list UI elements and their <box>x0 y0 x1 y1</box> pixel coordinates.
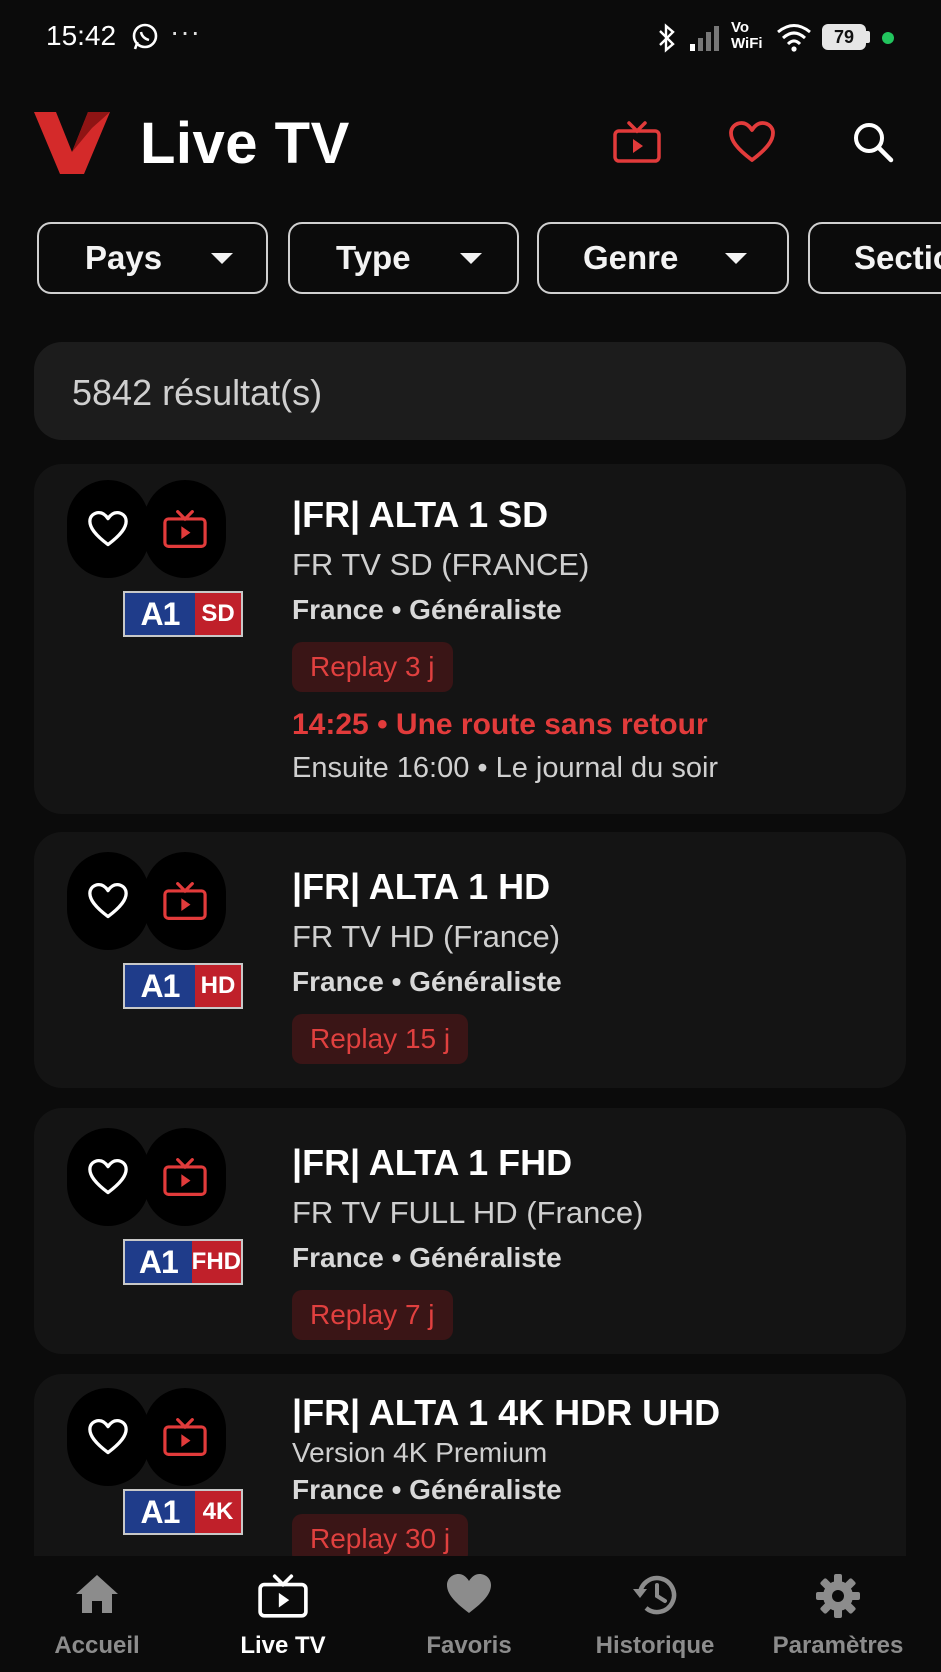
chevron-down-icon <box>460 252 482 264</box>
current-program: 14:25 • Une route sans retour <box>292 708 708 741</box>
nav-label: Historique <box>595 1632 715 1659</box>
filter-type-dropdown[interactable]: Type <box>288 222 519 294</box>
signal-icon <box>690 26 719 51</box>
heart-outline-icon <box>88 882 128 919</box>
nav-label: Favoris <box>426 1632 512 1659</box>
filter-label: Section <box>854 239 941 276</box>
tv-icon <box>613 121 661 163</box>
replay-badge: Replay 15 j <box>292 1014 469 1064</box>
vowifi-indicator: Vo WiFi <box>731 19 763 52</box>
nav-item-home[interactable]: Accueil <box>3 1556 191 1672</box>
favorite-toggle-button[interactable] <box>67 1388 149 1486</box>
channel-name: |FR| ALTA 1 FHD <box>292 1142 573 1183</box>
tv-icon <box>258 1574 308 1618</box>
battery-tip <box>866 31 870 43</box>
tv-play-icon <box>163 1158 207 1196</box>
channel-group: FR TV FULL HD (France) <box>292 1195 644 1230</box>
filter-label: Pays <box>85 239 163 276</box>
whatsapp-icon <box>132 23 158 50</box>
page-title: Live TV <box>140 111 350 176</box>
channel-logo: A1 SD <box>123 591 243 637</box>
live-tv-button[interactable] <box>605 110 669 174</box>
channel-meta: France • Généraliste <box>292 1242 562 1273</box>
nav-item-favorites[interactable]: Favoris <box>375 1556 563 1672</box>
play-channel-button[interactable] <box>144 1388 226 1486</box>
channel-group: FR TV SD (FRANCE) <box>292 547 590 582</box>
wifi-icon <box>777 24 811 52</box>
tv-play-icon <box>163 882 207 920</box>
heart-outline-icon <box>88 1158 128 1195</box>
more-notifications-icon: ··· <box>170 16 201 47</box>
chevron-down-icon <box>725 252 747 264</box>
favorite-toggle-button[interactable] <box>67 1128 149 1226</box>
chevron-down-icon <box>211 252 233 264</box>
channel-logo: A1 4K <box>123 1489 243 1535</box>
tv-play-icon <box>163 510 207 548</box>
channel-logo: A1 FHD <box>123 1239 243 1285</box>
next-program: Ensuite 16:00 • Le journal du soir <box>292 752 719 784</box>
app-logo-icon <box>34 112 110 174</box>
channel-card[interactable]: A1 HD |FR| ALTA 1 HD FR TV HD (France) F… <box>34 832 906 1088</box>
heart-icon <box>729 121 775 162</box>
channel-group: Version 4K Premium <box>292 1437 548 1468</box>
channel-group: FR TV HD (France) <box>292 919 561 954</box>
search-icon <box>854 123 894 163</box>
favorites-button[interactable] <box>720 110 784 174</box>
privacy-indicator-dot <box>882 32 894 44</box>
bluetooth-icon <box>659 23 675 53</box>
play-channel-button[interactable] <box>144 1128 226 1226</box>
battery-level: 79 <box>822 24 866 50</box>
heart-outline-icon <box>88 510 128 547</box>
nav-item-settings[interactable]: Paramètres <box>744 1556 932 1672</box>
favorite-toggle-button[interactable] <box>67 480 149 578</box>
home-icon <box>76 1575 118 1613</box>
replay-badge: Replay 3 j <box>292 642 453 692</box>
channel-card[interactable]: A1 FHD |FR| ALTA 1 FHD FR TV FULL HD (Fr… <box>34 1108 906 1354</box>
channel-meta: France • Généraliste <box>292 966 562 997</box>
nav-item-live-tv[interactable]: Live TV <box>189 1556 377 1672</box>
status-bar: 15:42 ··· Vo WiFi 79 <box>0 0 941 76</box>
play-channel-button[interactable] <box>144 480 226 578</box>
app-screen: 15:42 ··· Vo WiFi 79 Live TV Pays Type G… <box>0 0 941 1672</box>
channel-logo: A1 HD <box>123 963 243 1009</box>
app-header: Live TV <box>0 90 941 200</box>
filter-genre-dropdown[interactable]: Genre <box>537 222 789 294</box>
nav-label: Live TV <box>240 1632 326 1659</box>
history-icon <box>633 1575 677 1615</box>
channel-name: |FR| ALTA 1 4K HDR UHD <box>292 1392 721 1433</box>
favorite-toggle-button[interactable] <box>67 852 149 950</box>
filter-label: Type <box>336 239 411 276</box>
nav-label: Paramètres <box>772 1632 904 1659</box>
tv-play-icon <box>163 1418 207 1456</box>
gear-icon <box>816 1574 860 1618</box>
filter-label: Genre <box>583 239 679 276</box>
channel-meta: France • Généraliste <box>292 594 562 625</box>
channel-name: |FR| ALTA 1 SD <box>292 494 549 535</box>
replay-badge: Replay 7 j <box>292 1290 453 1340</box>
results-count: 5842 résultat(s) <box>72 372 323 413</box>
channel-card[interactable]: A1 SD |FR| ALTA 1 SD FR TV SD (FRANCE) F… <box>34 464 906 814</box>
nav-item-history[interactable]: Historique <box>561 1556 749 1672</box>
heart-outline-icon <box>88 1418 128 1455</box>
filter-country-dropdown[interactable]: Pays <box>37 222 268 294</box>
results-count-bar: 5842 résultat(s) <box>34 342 906 440</box>
channel-name: |FR| ALTA 1 HD <box>292 866 551 907</box>
filter-section-dropdown[interactable]: Section <box>808 222 941 294</box>
channel-meta: France • Généraliste <box>292 1474 562 1505</box>
heart-icon <box>447 1574 491 1613</box>
nav-label: Accueil <box>54 1632 140 1659</box>
search-button[interactable] <box>841 110 905 174</box>
play-channel-button[interactable] <box>144 852 226 950</box>
filter-bar: Pays Type Genre Section <box>0 222 941 296</box>
bottom-navigation: Accueil Live TV Favoris Historique Param… <box>0 1556 941 1672</box>
status-time: 15:42 <box>46 20 117 51</box>
